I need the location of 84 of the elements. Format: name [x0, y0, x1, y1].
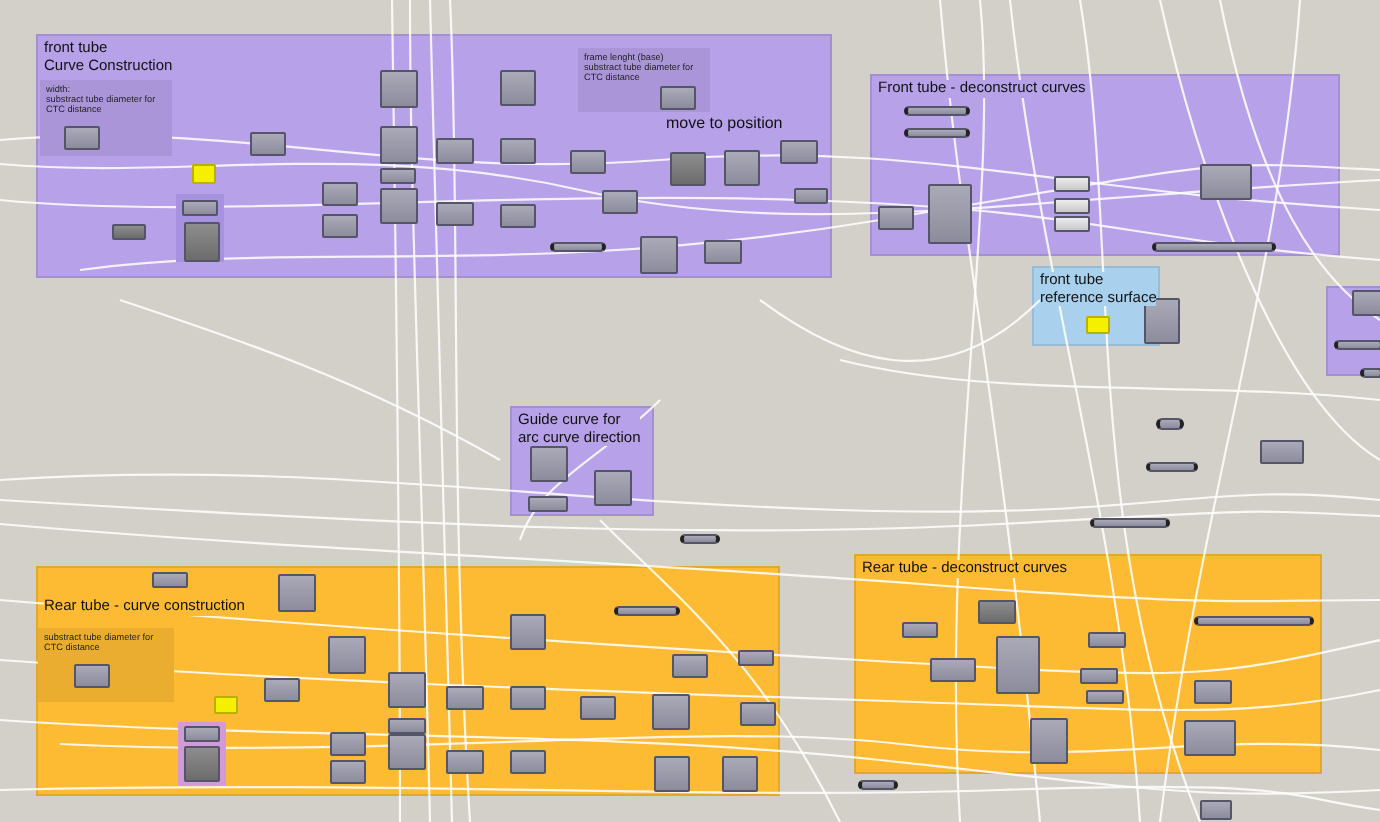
component-node [1054, 176, 1090, 192]
component-node [446, 750, 484, 774]
component-node [978, 600, 1016, 624]
component-node [184, 726, 220, 742]
component-node [1200, 164, 1252, 200]
panel-node [214, 696, 238, 714]
component-node [250, 132, 286, 156]
component-node [330, 732, 366, 756]
component-node [602, 190, 638, 214]
component-node [380, 168, 416, 184]
component-node [670, 152, 706, 186]
component-node [1088, 632, 1126, 648]
component-node [510, 614, 546, 650]
component-node [436, 138, 474, 164]
component-node [500, 204, 536, 228]
component-node [1200, 800, 1232, 820]
component-node [930, 658, 976, 682]
slider-node [1146, 462, 1198, 472]
component-node [528, 496, 568, 512]
component-node [436, 202, 474, 226]
panel-node [192, 164, 216, 184]
component-node [654, 756, 690, 792]
component-node [928, 184, 972, 244]
component-node [510, 750, 546, 774]
component-node [380, 188, 418, 224]
slider-node [1360, 368, 1380, 378]
slider-node [858, 780, 898, 790]
component-node [152, 572, 188, 588]
component-node [182, 200, 218, 216]
component-node [264, 678, 300, 702]
slider-node [1194, 616, 1314, 626]
slider-node [614, 606, 680, 616]
group-label: move to position [666, 112, 783, 136]
component-node [74, 664, 110, 688]
component-node [580, 696, 616, 720]
slider-node [680, 534, 720, 544]
slider-node [1334, 340, 1380, 350]
component-node [64, 126, 100, 150]
component-node [996, 636, 1040, 694]
component-node [278, 574, 316, 612]
component-node [780, 140, 818, 164]
component-node [330, 760, 366, 784]
component-node [652, 694, 690, 730]
panel-node [1086, 316, 1110, 334]
component-node [902, 622, 938, 638]
slider-node [1156, 418, 1184, 430]
component-node [660, 86, 696, 110]
slider-node [904, 128, 970, 138]
component-node [388, 672, 426, 708]
component-node [740, 702, 776, 726]
component-node [570, 150, 606, 174]
component-node [184, 746, 220, 782]
component-node [1080, 668, 1118, 684]
component-node [1030, 718, 1068, 764]
component-node [722, 756, 758, 792]
component-node [500, 138, 536, 164]
component-node [1352, 290, 1380, 316]
component-node [1086, 690, 1124, 704]
slider-node [904, 106, 970, 116]
component-node [1184, 720, 1236, 756]
slider-node [1090, 518, 1170, 528]
component-node [184, 222, 220, 262]
component-node [794, 188, 828, 204]
component-node [640, 236, 678, 274]
component-node [380, 126, 418, 164]
component-node [738, 650, 774, 666]
component-node [1194, 680, 1232, 704]
component-node [530, 446, 568, 482]
component-node [1260, 440, 1304, 464]
component-node [672, 654, 708, 678]
component-node [724, 150, 760, 186]
component-node [704, 240, 742, 264]
component-node [510, 686, 546, 710]
component-node [380, 70, 418, 108]
component-node [500, 70, 536, 106]
component-node [112, 224, 146, 240]
component-node [594, 470, 632, 506]
component-node [322, 182, 358, 206]
slider-node [550, 242, 606, 252]
component-node [446, 686, 484, 710]
component-node [322, 214, 358, 238]
component-node [328, 636, 366, 674]
slider-node [1152, 242, 1276, 252]
component-node [878, 206, 914, 230]
